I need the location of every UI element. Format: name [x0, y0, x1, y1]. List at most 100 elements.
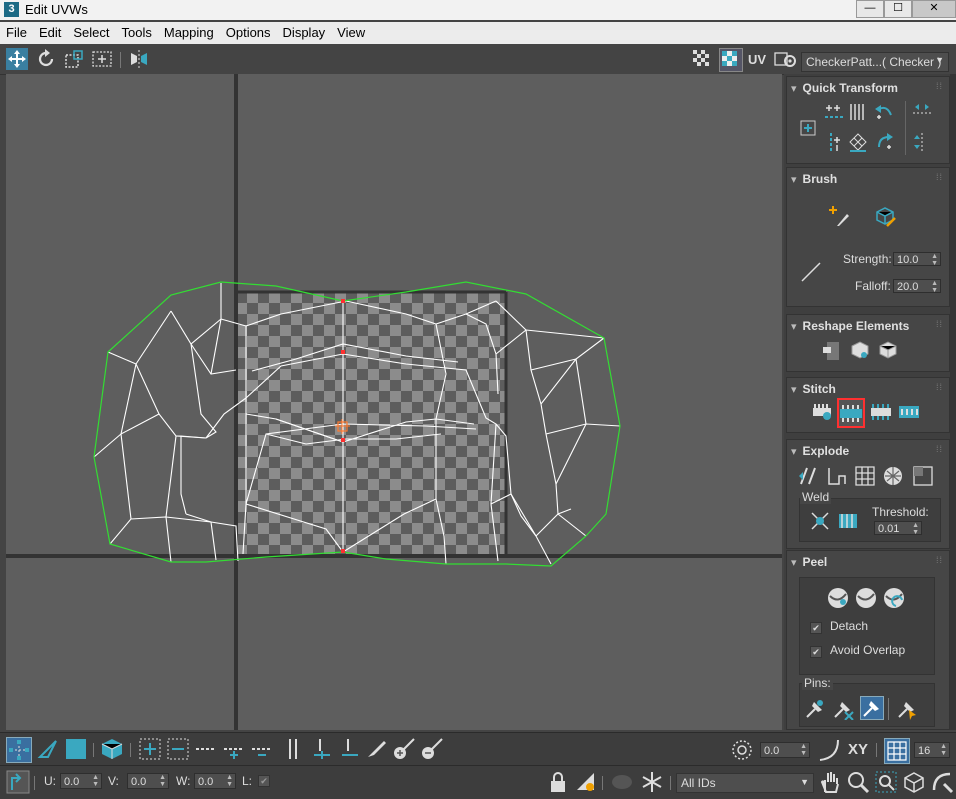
brush-size-button[interactable] — [799, 260, 821, 282]
weld-target-button[interactable] — [836, 509, 858, 531]
minimize-button[interactable]: — — [856, 0, 884, 18]
grow-selection-button[interactable] — [138, 737, 162, 761]
detach-checkbox[interactable]: ✔ — [810, 622, 822, 634]
show-map-button[interactable] — [691, 48, 713, 70]
uv-label[interactable]: UV — [748, 52, 766, 67]
panel-scrollbar[interactable] — [950, 74, 956, 730]
zoom-to-gizmo-button[interactable] — [930, 770, 954, 794]
lock-selection-button[interactable] — [546, 770, 570, 794]
hide-button[interactable] — [574, 770, 598, 794]
grid-snap-button[interactable] — [884, 738, 910, 764]
rotation-snap-button[interactable] — [730, 738, 754, 762]
menu-mapping[interactable]: Mapping — [158, 22, 220, 40]
stitch-to-source-button[interactable] — [837, 398, 865, 428]
l-checkbox[interactable]: ✔ — [258, 775, 270, 787]
stitch-custom-button[interactable] — [811, 400, 833, 422]
mirror-tool-button[interactable] — [128, 48, 150, 70]
auto-pin-button[interactable] — [860, 696, 884, 720]
flatten-by-material-button[interactable] — [911, 464, 933, 486]
unpin-button[interactable] — [832, 698, 854, 721]
space-vertical-button[interactable] — [911, 131, 933, 153]
uv-editor-viewport[interactable] — [6, 74, 782, 730]
edge-mode-button[interactable] — [36, 737, 60, 761]
paint-grow-button[interactable] — [392, 737, 416, 761]
uv-canvas[interactable] — [6, 74, 782, 730]
zoom-button[interactable] — [846, 770, 870, 794]
rotate-tool-button[interactable] — [35, 48, 57, 70]
material-id-dropdown[interactable]: All IDs ▼ — [676, 773, 814, 793]
paint-shrink-button[interactable] — [420, 737, 444, 761]
detach-edge-button[interactable] — [825, 464, 847, 486]
stitch-title[interactable]: Stitch — [791, 382, 836, 396]
v-spinner[interactable]: 0.0 ▲ ▼ — [127, 773, 169, 789]
weld-selected-button[interactable] — [808, 509, 830, 531]
xy-label[interactable]: XY — [848, 741, 868, 758]
straighten-selection-button[interactable] — [821, 339, 843, 361]
menu-file[interactable]: File — [0, 22, 33, 40]
maximize-button[interactable]: ☐ — [884, 0, 912, 18]
menu-tools[interactable]: Tools — [116, 22, 158, 40]
texture-settings-button[interactable] — [773, 48, 796, 70]
relax-brush-button[interactable] — [873, 204, 896, 227]
align-v-dash-button[interactable] — [823, 131, 845, 153]
w-spinner[interactable]: 0.0 ▲ ▼ — [194, 773, 236, 789]
rotate-cw-button[interactable] — [873, 131, 895, 153]
paint-move-button[interactable] — [827, 204, 849, 226]
quick-transform-title[interactable]: Quick Transform — [791, 81, 898, 95]
align-vertical-button[interactable] — [847, 101, 869, 123]
loop-shrink-button[interactable] — [250, 737, 274, 761]
rotate-ccw-button[interactable] — [873, 101, 895, 123]
align-horizontal-button[interactable] — [823, 101, 845, 123]
soft-selection-button[interactable] — [818, 738, 842, 762]
break-button[interactable] — [797, 464, 819, 486]
loop-button[interactable] — [194, 737, 218, 761]
show-texture-button[interactable] — [719, 48, 743, 72]
move-tool-button[interactable] — [6, 48, 28, 70]
brush-title[interactable]: Brush — [791, 172, 838, 186]
loop-grow-button[interactable] — [222, 737, 246, 761]
ring-grow-button[interactable] — [310, 737, 334, 761]
relax-button[interactable] — [849, 339, 871, 361]
grid-spinner[interactable]: 16 ▲ ▼ — [914, 742, 950, 758]
reshape-title[interactable]: Reshape Elements — [791, 319, 910, 333]
texture-dropdown[interactable]: CheckerPatt...( Checker ) ▼ — [801, 52, 949, 72]
threshold-spinner[interactable]: 0.01 ▲ ▼ — [874, 521, 922, 536]
menu-select[interactable]: Select — [67, 22, 115, 40]
vertex-mode-button[interactable] — [6, 737, 32, 763]
flatten-by-smoothing-button[interactable] — [881, 464, 903, 486]
ring-button[interactable] — [282, 737, 306, 761]
stitch-to-average-button[interactable] — [869, 400, 891, 422]
u-spinner[interactable]: 0.0 ▲ ▼ — [60, 773, 102, 789]
pan-button[interactable] — [818, 770, 842, 794]
element-mode-button[interactable] — [100, 737, 124, 761]
menu-view[interactable]: View — [331, 22, 371, 40]
freeze-button[interactable] — [640, 770, 664, 794]
pivot-button[interactable] — [797, 117, 819, 139]
absolute-offset-toggle[interactable] — [6, 770, 30, 794]
rotation-spinner[interactable]: 0.0 ▲ ▼ — [760, 742, 810, 758]
freeze-toggle-button[interactable] — [610, 770, 634, 794]
avoid-overlap-checkbox[interactable]: ✔ — [810, 646, 822, 658]
menu-edit[interactable]: Edit — [33, 22, 67, 40]
explode-title[interactable]: Explode — [791, 444, 850, 458]
space-horizontal-button[interactable] — [911, 101, 933, 123]
polygon-mode-button[interactable] — [64, 737, 88, 761]
select-pins-button[interactable] — [896, 698, 918, 720]
flatten-by-polygon-button[interactable] — [853, 464, 875, 486]
stitch-to-target-button[interactable] — [897, 400, 919, 422]
menu-options[interactable]: Options — [220, 22, 277, 40]
quick-peel-button[interactable] — [826, 586, 848, 608]
shrink-selection-button[interactable] — [166, 737, 190, 761]
reset-peel-button[interactable] — [882, 586, 904, 608]
close-button[interactable]: ✕ — [912, 0, 956, 18]
peel-title[interactable]: Peel — [791, 555, 828, 569]
paint-select-button[interactable] — [364, 737, 388, 761]
straighten-button[interactable] — [847, 131, 869, 153]
zoom-region-button[interactable] — [874, 770, 898, 794]
ring-shrink-button[interactable] — [338, 737, 362, 761]
menu-display[interactable]: Display — [277, 22, 332, 40]
falloff-spinner[interactable]: 20.0 ▲ ▼ — [893, 279, 941, 294]
relax-options-button[interactable] — [877, 339, 899, 361]
peel-mode-button[interactable] — [854, 586, 876, 608]
freeform-tool-button[interactable] — [91, 48, 113, 70]
